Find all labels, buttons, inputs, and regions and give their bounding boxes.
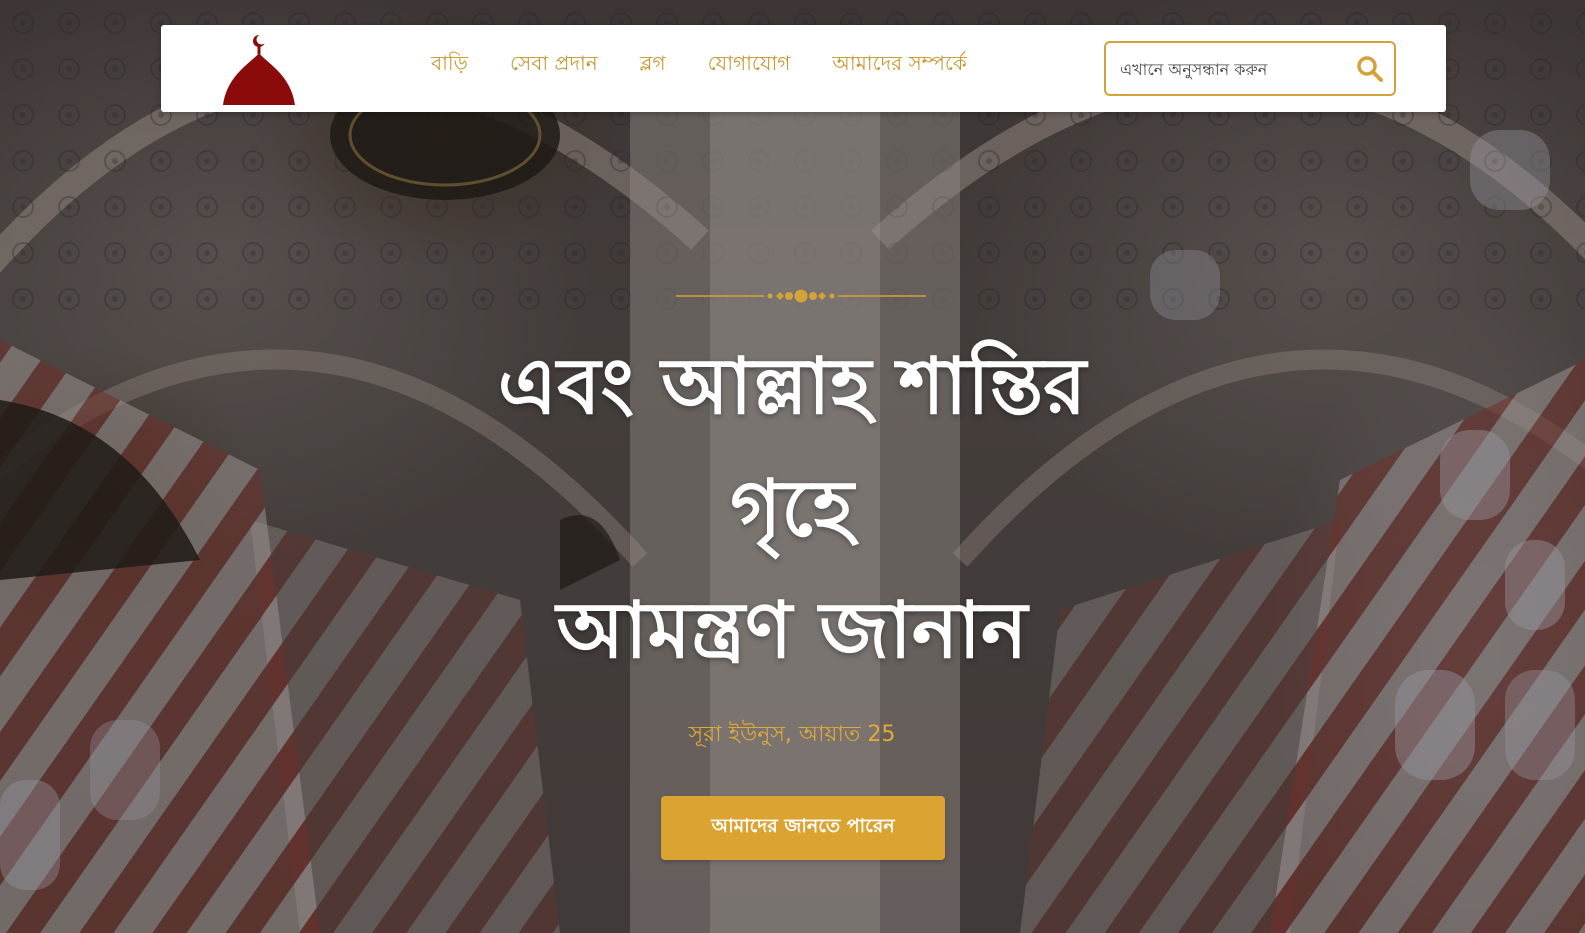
mosque-dome-icon [223,34,295,105]
nav-link-contact[interactable]: যোগাযোগ [708,49,791,82]
search-button[interactable] [1354,53,1386,85]
navbar: বাড়ি সেবা প্রদান ব্লগ যোগাযোগ আমাদের সম… [161,25,1446,112]
ornamental-divider [676,289,926,303]
learn-about-us-button[interactable]: আমাদের জানতে পারেন [661,796,945,860]
nav-link-about[interactable]: আমাদের সম্পর্কে [832,49,967,82]
nav-link-services[interactable]: সেবা প্রদান [510,49,598,82]
verse-reference: সূরা ইউনুস, আয়াত 25 [688,722,896,747]
headline-line-2: গৃহে [730,464,854,554]
logo[interactable] [221,31,299,107]
nav-menu: বাড়ি সেবা প্রদান ব্লগ যোগাযোগ আমাদের সম… [431,49,1009,82]
search-box [1104,41,1396,96]
headline-line-3: আমন্ত্রণ জানান [556,586,1028,676]
search-icon [1357,56,1383,82]
nav-link-home[interactable]: বাড়ি [431,49,468,82]
search-input[interactable] [1118,53,1352,85]
hero-headline: এবং আল্লাহ শান্তির গৃহে আমন্ত্রণ জানান [292,326,1292,692]
hero-section: বাড়ি সেবা প্রদান ব্লগ যোগাযোগ আমাদের সম… [0,0,1585,933]
nav-link-blog[interactable]: ব্লগ [640,49,666,82]
headline-line-1: এবং আল্লাহ শান্তির [497,342,1087,432]
